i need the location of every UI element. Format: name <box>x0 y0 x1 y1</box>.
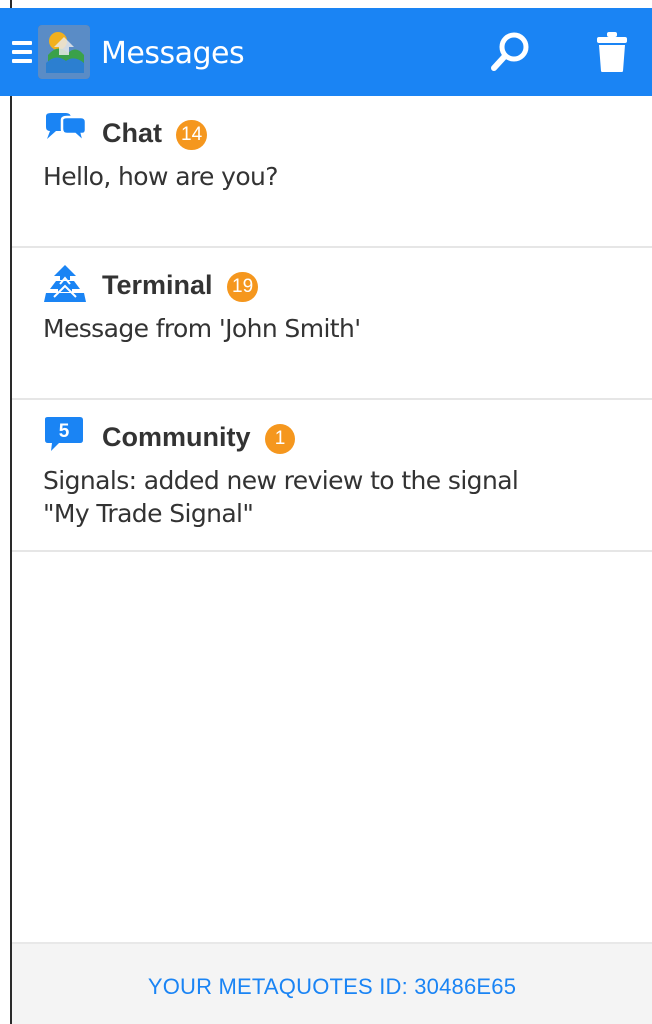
terminal-logo-icon <box>42 264 88 304</box>
message-category: Community <box>102 422 251 452</box>
community-icon-label: 5 <box>59 421 70 442</box>
search-icon <box>491 32 529 71</box>
delete-button[interactable] <box>586 26 638 78</box>
app-bar: Messages <box>0 8 652 96</box>
metatrader-logo-icon[interactable] <box>38 25 90 79</box>
message-item-community[interactable]: 5 Community 1 Signals: added new review … <box>12 400 652 552</box>
message-list: Chat 14 Hello, how are you? Terminal 19 … <box>12 96 652 552</box>
footer-bar: YOUR METAQUOTES ID: 30486E65 <box>12 942 652 1024</box>
unread-count-badge: 1 <box>265 424 295 454</box>
message-item-chat[interactable]: Chat 14 Hello, how are you? <box>12 96 652 248</box>
unread-count-badge: 19 <box>227 272 259 302</box>
message-item-terminal[interactable]: Terminal 19 Message from 'John Smith' <box>12 248 652 400</box>
trash-icon <box>597 32 627 72</box>
metaquotes-id[interactable]: YOUR METAQUOTES ID: 30486E65 <box>148 974 516 1000</box>
unread-count-badge: 14 <box>176 120 208 150</box>
message-preview-line: Message from 'John Smith' <box>43 314 361 343</box>
community-icon: 5 <box>42 416 88 456</box>
message-preview-line: Signals: added new review to the signal <box>43 466 519 495</box>
message-category: Chat <box>102 118 162 148</box>
message-preview: Signals: added new review to the signal … <box>43 464 603 530</box>
search-button[interactable] <box>484 26 536 78</box>
page-title: Messages <box>101 36 245 71</box>
message-preview: Hello, how are you? <box>43 160 603 193</box>
hamburger-icon[interactable] <box>12 41 32 63</box>
message-preview-line: Hello, how are you? <box>43 162 279 191</box>
message-category: Terminal <box>102 270 213 300</box>
chat-bubbles-icon <box>42 112 88 152</box>
message-preview: Message from 'John Smith' <box>43 312 603 345</box>
message-preview-line: "My Trade Signal" <box>43 499 254 528</box>
messages-screen: Messages Chat 14 Hello, how are you? Ter… <box>0 8 652 1024</box>
